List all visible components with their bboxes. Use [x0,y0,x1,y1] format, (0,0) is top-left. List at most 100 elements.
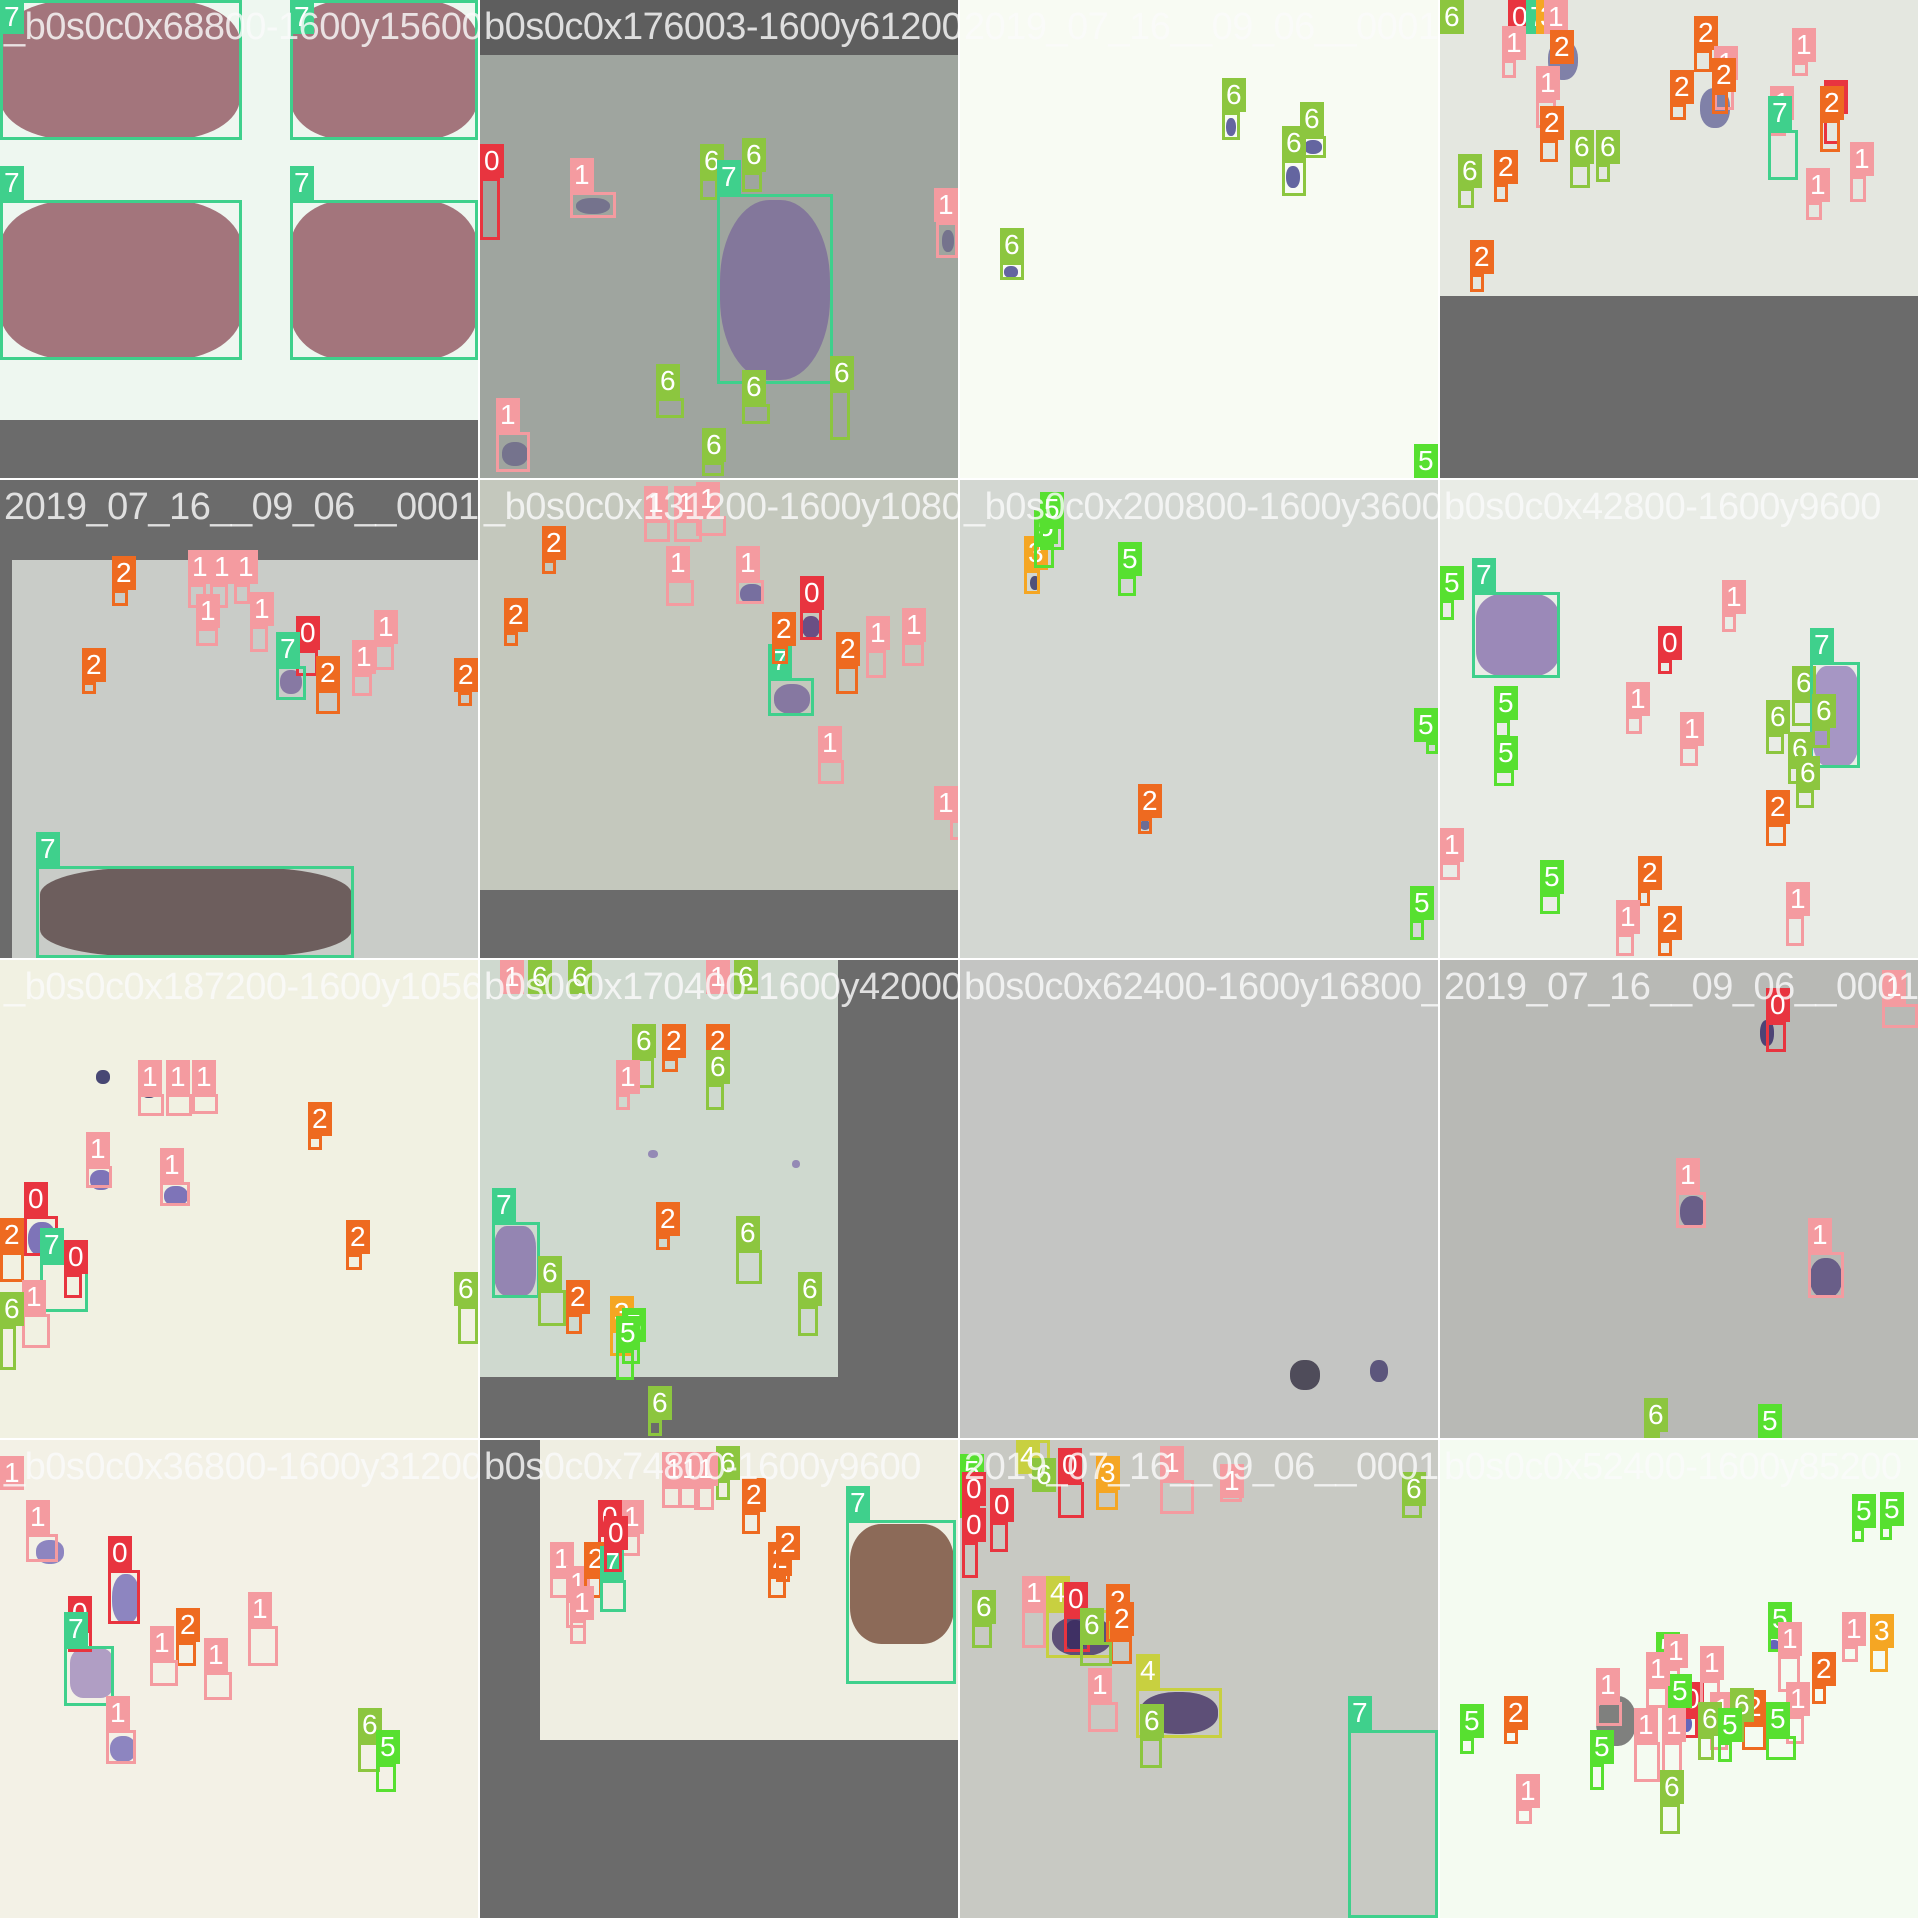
detection-box [1426,742,1438,754]
detection-box [1504,1730,1518,1744]
class-label: 4 [1136,1654,1160,1688]
stained-cell [1290,1360,1320,1390]
class-label: 7 [1810,628,1834,662]
detection-box [798,1306,818,1336]
mosaic-tile-5: 1 1 1 2 1 1 0 2 7 2 1 1 2 7 2019_07_16__09_06__0001 [0,480,478,958]
class-label: 6 [632,1024,656,1058]
class-label: 1 [26,1500,50,1534]
tile-filename-title: b0s0c0x74800-1600y9600 [484,1446,921,1488]
mosaic-tile-3: 6 6 6 6 5 2019_07_16__09_06__0001 [960,0,1438,478]
class-label: 1 [250,592,274,626]
detection-box [1140,1738,1162,1768]
class-label: 1 [1850,142,1874,176]
stained-cell [1370,1360,1388,1382]
class-label: 1 [1646,1652,1670,1686]
detection-box [492,1222,540,1298]
class-label: 2 [1670,70,1694,104]
detection-box [972,1624,992,1648]
mosaic-tile-4: 6073122111122102726662112 [1440,0,1918,478]
tile-filename-title: 2019_07_16__09_06__0001 [4,486,478,528]
detection-box [36,866,354,958]
tile-filename-title: _b0s0c0x36800-1600y31200 [4,1446,478,1488]
detection-box [950,820,958,840]
detection-box [204,1672,232,1700]
detection-box [1660,1804,1680,1834]
detection-box [990,1522,1008,1552]
detection-box [1644,1432,1660,1438]
class-label: 1 [736,546,760,580]
detection-box [276,666,306,700]
class-label: 1 [1700,1646,1724,1680]
mosaic-tile-2: 01676166616b0s0c0x176003-1600y61200-2400… [480,0,958,478]
class-label: 5 [1118,542,1142,576]
class-label: 5 [1540,860,1564,894]
class-label: 1 [1676,1158,1700,1192]
class-label: 1 [106,1696,130,1730]
class-label: 5 [616,1316,640,1350]
detection-box [700,178,718,200]
detection-box [1570,164,1590,188]
detection-box [936,222,958,258]
tile-filename-title: _b0s0c0x200800-1600y36000_1062.png [964,486,1438,528]
detection-box [82,682,96,694]
detection-box [250,626,268,652]
detection-box [1138,818,1152,834]
class-label: 1 [138,1060,162,1094]
class-label: 6 [0,1292,24,1326]
detection-box [818,760,844,784]
class-label: 5 [1410,886,1434,920]
detection-box [1472,592,1560,678]
class-label: 5 [1414,708,1438,742]
detection-box [846,1520,956,1684]
detection-box [1502,60,1516,78]
detection-box [0,200,242,360]
class-label: 2 [346,1220,370,1254]
tile-image-region [0,960,478,1438]
detection-box [962,1542,978,1578]
class-label: 2 [82,648,106,682]
class-label: 2 [308,1102,332,1136]
class-label: 6 [798,1272,822,1306]
detection-box [1766,824,1786,846]
class-label: 2 [1494,150,1518,184]
detection-box [1440,862,1460,880]
class-label: 5 [376,1730,400,1764]
class-label: 1 [1626,682,1650,716]
detection-box [830,390,850,440]
detection-box [1792,62,1808,76]
class-label: 1 [1778,1622,1802,1656]
class-label: 2 [0,1218,24,1252]
class-label: 1 [86,1132,110,1166]
mosaic-tile-10: 16616622162766235566b0s0c0x170400-1600y4… [480,960,958,1438]
class-label: 2 [662,1024,686,1058]
class-label: 1 [1662,1708,1686,1742]
tile-filename-title: 2019_07_16__09_06__0001 [964,6,1438,48]
detection-box [64,1274,82,1298]
class-label: 6 [1660,1770,1684,1804]
detection-box [648,1420,662,1436]
class-label: 2 [776,1526,800,1560]
detection-box [776,1560,790,1582]
detection-box [1850,176,1866,202]
detection-box [1494,770,1514,786]
mosaic-tile-13: 110072111165_b0s0c0x36800-1600y31200 [0,1440,478,1918]
class-label: 2 [836,632,860,666]
detection-box [150,1660,178,1686]
detection-box [1820,120,1840,152]
detection-box [1088,1702,1118,1732]
class-label: 2 [1812,1652,1836,1686]
mosaic-tile-14: 6111221011270127b0s0c0x74800-1600y9600 [480,1440,958,1918]
class-label: 6 [830,356,854,390]
class-label: 6 [1080,1608,1104,1642]
detection-box [458,1306,478,1344]
class-label: 7 [36,832,60,866]
detection-box [566,1314,582,1334]
detection-box [1742,1724,1766,1750]
detection-box [1880,1526,1892,1540]
detection-box [656,1236,670,1250]
class-label: 2 [1504,1696,1528,1730]
class-label: 2 [112,556,136,590]
class-label: 1 [1596,1668,1620,1702]
class-label: 1 [1786,882,1810,916]
tile-filename-title: b0s0c0x52400-1600y85200 [1444,1446,1902,1488]
